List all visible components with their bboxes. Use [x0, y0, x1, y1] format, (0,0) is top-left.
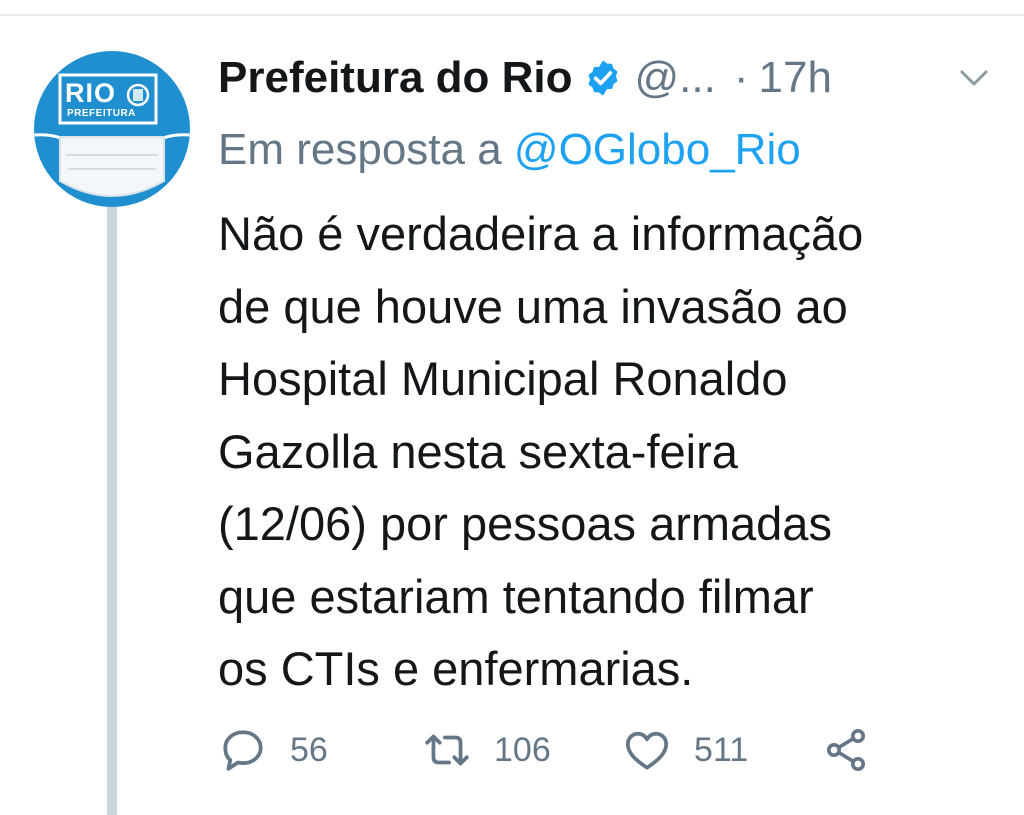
author-avatar[interactable]: RIO PREFEITURA [34, 51, 190, 207]
author-name[interactable]: Prefeitura do Rio [218, 56, 573, 100]
reply-bubble-icon [223, 730, 263, 771]
tweet-timestamp[interactable]: 17h [759, 56, 832, 100]
top-divider [0, 14, 1024, 16]
tweet-header: Prefeitura do Rio @... · 17h [218, 52, 832, 104]
retweet-button[interactable]: 106 [422, 722, 551, 778]
author-handle[interactable]: @... [635, 56, 716, 100]
retweet-count: 106 [494, 731, 551, 769]
avatar-rio-text: RIO [65, 78, 117, 108]
avatar-prefeitura-text: PREFEITURA [67, 108, 136, 119]
share-icon [827, 729, 865, 771]
like-button[interactable]: 511 [622, 722, 748, 778]
tweet-text: Não é verdadeira a informação de que hou… [218, 207, 864, 695]
chevron-down-icon[interactable] [958, 66, 990, 90]
tweet-action-bar: 56 106 511 [218, 722, 978, 778]
retweet-icon [425, 734, 469, 766]
thread-connector-line [107, 205, 117, 815]
like-count: 511 [694, 731, 749, 769]
reply-prefix: Em resposta a [218, 125, 514, 174]
avatar-mask-graphic [34, 73, 190, 197]
reply-count: 56 [290, 731, 328, 769]
tweet-view: RIO PREFEITURA Prefeitura do Rio @... · … [0, 0, 1024, 815]
heart-icon [625, 731, 669, 770]
reply-button[interactable]: 56 [218, 722, 328, 778]
verified-badge-icon [583, 58, 623, 98]
header-separator: · [733, 53, 749, 102]
share-button[interactable] [822, 722, 870, 778]
reply-context: Em resposta a @OGlobo_Rio [218, 125, 801, 174]
reply-mention-link[interactable]: @OGlobo_Rio [514, 125, 801, 174]
